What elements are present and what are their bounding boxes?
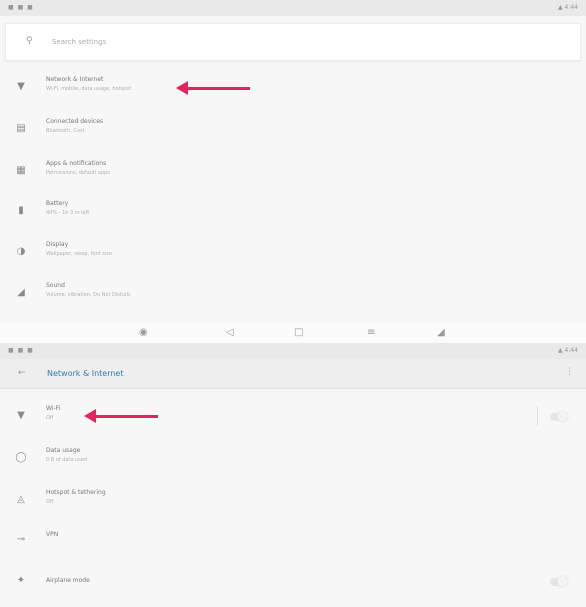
battery-icon: ▮: [18, 205, 24, 216]
annotation-arrow: [84, 409, 158, 423]
settings-item-sound[interactable]: ◢ Sound Volume, vibration, Do Not Distur…: [0, 276, 586, 312]
network-item-title: VPN: [46, 531, 59, 538]
hotspot-icon: ◬: [17, 494, 25, 505]
settings-item-apps[interactable]: ▦ Apps & notifications Permissions, defa…: [0, 154, 586, 190]
network-item-vpn[interactable]: ⊸ VPN: [0, 523, 586, 559]
home-icon[interactable]: □: [294, 327, 303, 338]
status-time: ▲ 4:44: [558, 347, 578, 354]
network-item-subtitle: Off: [46, 499, 54, 505]
search-settings-bar[interactable]: ⚲ Search settings: [5, 23, 581, 61]
page-title: Network & Internet: [47, 369, 124, 378]
settings-item-subtitle: Wallpaper, sleep, font size: [46, 251, 112, 257]
settings-item-display[interactable]: ◑ Display Wallpaper, sleep, font size: [0, 235, 586, 271]
network-internet-screen: ■ ■ ■ ▲ 4:44 ← Network & Internet ⋮ ▼ Wi…: [0, 343, 586, 607]
network-item-data-usage[interactable]: ◯ Data usage 0 B of data used: [0, 441, 586, 477]
settings-item-title: Battery: [46, 200, 69, 207]
wifi-icon: ▼: [17, 81, 25, 92]
settings-item-title: Connected devices: [46, 118, 104, 125]
status-icons-left: ■ ■ ■: [8, 347, 34, 354]
status-time: ▲ 4:44: [558, 4, 578, 11]
network-item-title: Wi-Fi: [46, 405, 61, 412]
network-item-subtitle: Off: [46, 415, 54, 421]
status-icons-left: ■ ■ ■: [8, 4, 34, 11]
settings-item-subtitle: Wi-Fi, mobile, data usage, hotspot: [46, 86, 132, 92]
sound-icon: ◢: [17, 287, 25, 298]
devices-icon: ▤: [16, 123, 26, 134]
back-arrow-icon[interactable]: ←: [18, 368, 26, 378]
settings-item-title: Sound: [46, 282, 65, 289]
airplane-icon: ✦: [16, 575, 26, 586]
apps-icon: ▦: [16, 165, 26, 176]
settings-item-network[interactable]: ▼ Network & Internet Wi-Fi, mobile, data…: [0, 70, 586, 106]
settings-item-title: Display: [46, 241, 69, 248]
network-item-airplane-mode[interactable]: ✦ Airplane mode: [0, 564, 586, 600]
network-item-subtitle: 0 B of data used: [46, 457, 88, 463]
settings-item-subtitle: Permissions, default apps: [46, 170, 110, 176]
search-icon: ⚲: [26, 36, 33, 46]
app-bar: ← Network & Internet ⋮: [0, 359, 586, 389]
settings-item-subtitle: 40% - 1h 3 m left: [46, 210, 90, 216]
settings-item-title: Network & Internet: [46, 76, 104, 83]
overflow-menu-icon[interactable]: ⋮: [565, 367, 574, 377]
search-placeholder: Search settings: [52, 38, 107, 46]
network-item-title: Hotspot & tethering: [46, 489, 106, 496]
divider: [537, 406, 538, 426]
vpn-icon: ⊸: [16, 534, 26, 545]
settings-item-subtitle: Bluetooth, Cast: [46, 128, 85, 134]
settings-item-connected-devices[interactable]: ▤ Connected devices Bluetooth, Cast: [0, 112, 586, 148]
wifi-icon: ▼: [17, 410, 25, 421]
wifi-toggle[interactable]: [550, 411, 568, 422]
volume-icon[interactable]: ◢: [437, 327, 445, 338]
status-bar: ■ ■ ■ ▲ 4:44: [0, 0, 586, 16]
data-usage-icon: ◯: [15, 452, 27, 463]
network-item-title: Data usage: [46, 447, 81, 454]
recents-icon[interactable]: ≡: [367, 327, 375, 338]
status-bar: ■ ■ ■ ▲ 4:44: [0, 343, 586, 359]
navigation-bar: ◉ ◁ □ ≡ ◢: [0, 323, 586, 343]
settings-screen: ■ ■ ■ ▲ 4:44 ⚲ Search settings ▼ Network…: [0, 0, 586, 343]
back-icon[interactable]: ◁: [226, 327, 234, 338]
settings-item-title: Apps & notifications: [46, 160, 107, 167]
network-item-hotspot[interactable]: ◬ Hotspot & tethering Off: [0, 483, 586, 519]
annotation-arrow: [176, 81, 250, 95]
network-item-title: Airplane mode: [46, 577, 90, 584]
camera-icon[interactable]: ◉: [139, 327, 148, 338]
display-icon: ◑: [16, 246, 26, 257]
settings-item-subtitle: Volume, vibration, Do Not Disturb: [46, 292, 131, 298]
airplane-mode-toggle[interactable]: [550, 576, 568, 587]
settings-item-battery[interactable]: ▮ Battery 40% - 1h 3 m left: [0, 194, 586, 230]
